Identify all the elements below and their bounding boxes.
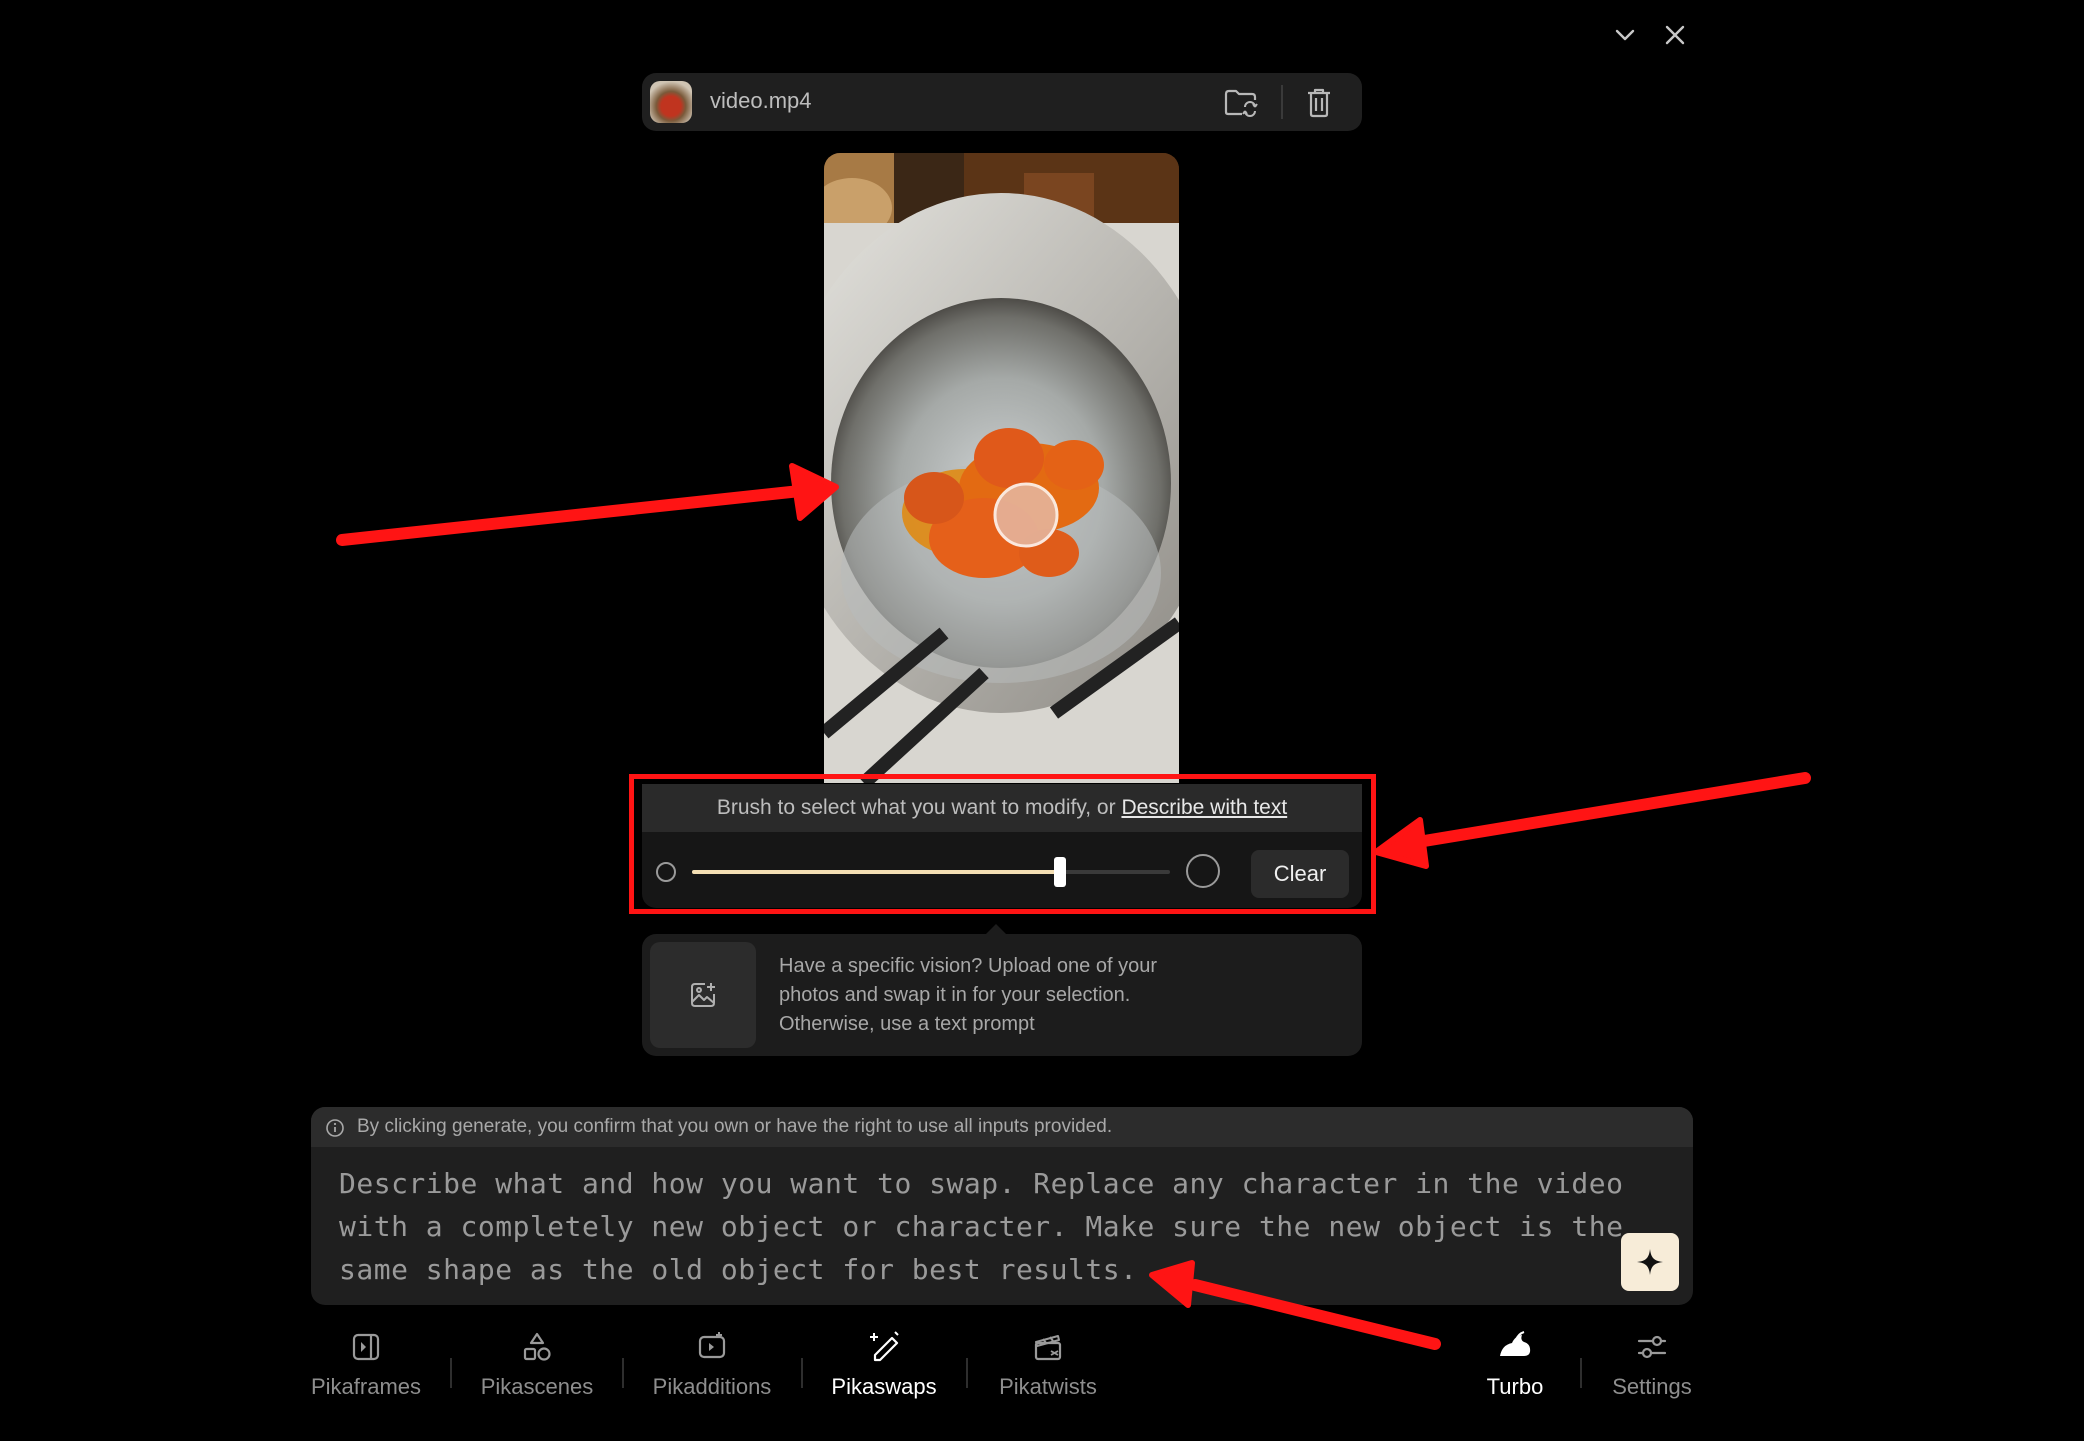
- divider: [622, 1358, 624, 1388]
- close-icon: [1665, 25, 1685, 45]
- tool-pikaswaps[interactable]: Pikaswaps: [824, 1330, 944, 1415]
- annotation-highlight-box: [629, 774, 1376, 914]
- tool-pikatwists[interactable]: Pikatwists: [988, 1330, 1108, 1415]
- sparkle-icon: [1637, 1249, 1663, 1275]
- generate-button[interactable]: [1621, 1233, 1679, 1291]
- divider: [1580, 1358, 1582, 1388]
- settings-label: Settings: [1612, 1374, 1692, 1399]
- divider: [450, 1358, 452, 1388]
- prompt-input[interactable]: Describe what and how you want to swap. …: [339, 1162, 1629, 1291]
- tool-pikascenes[interactable]: Pikascenes: [474, 1330, 600, 1415]
- upload-card: Have a specific vision? Upload one of yo…: [642, 924, 1362, 1056]
- divider: [1281, 85, 1283, 119]
- folder-swap-icon: [1224, 89, 1258, 117]
- trash-icon: [1308, 88, 1330, 118]
- delete-file-button[interactable]: [1300, 83, 1338, 121]
- tool-label: Pikaswaps: [831, 1374, 937, 1399]
- prompt-box: By clicking generate, you confirm that y…: [311, 1107, 1693, 1305]
- settings-button[interactable]: Settings: [1592, 1330, 1712, 1415]
- image-add-icon: [691, 983, 715, 1007]
- sliders-icon: [1637, 1335, 1667, 1359]
- rabbit-icon: [1500, 1331, 1531, 1356]
- chevron-down-icon: [1615, 29, 1635, 41]
- file-bar: video.mp4: [642, 73, 1362, 131]
- divider: [801, 1358, 803, 1388]
- consent-notice: By clicking generate, you confirm that y…: [311, 1107, 1693, 1147]
- add-element-icon: [698, 1332, 726, 1359]
- file-thumbnail: [650, 81, 692, 123]
- consent-notice-text: By clicking generate, you confirm that y…: [357, 1116, 1113, 1137]
- collapse-button[interactable]: [1605, 15, 1645, 55]
- annotation-arrow: [1373, 772, 1811, 869]
- upload-image-button[interactable]: [650, 942, 756, 1048]
- annotation-arrow: [336, 463, 839, 546]
- tool-pikadditions[interactable]: Pikadditions: [646, 1330, 778, 1415]
- video-frame-image: [824, 153, 1179, 783]
- tool-pikaframes[interactable]: Pikaframes: [306, 1330, 426, 1415]
- upload-description: Have a specific vision? Upload one of yo…: [779, 955, 1157, 1035]
- tool-label: Pikatwists: [999, 1374, 1097, 1399]
- swap-brush-icon: [870, 1331, 899, 1362]
- divider: [966, 1358, 968, 1388]
- file-name: video.mp4: [710, 88, 812, 113]
- tool-label: Pikascenes: [480, 1374, 594, 1399]
- replace-file-button[interactable]: [1222, 83, 1260, 121]
- video-preview[interactable]: [824, 153, 1179, 783]
- close-button[interactable]: [1655, 15, 1695, 55]
- tool-label: Pikadditions: [652, 1374, 772, 1399]
- shapes-icon: [523, 1332, 551, 1361]
- clapper-icon: [1034, 1335, 1062, 1361]
- frames-icon: [352, 1333, 380, 1361]
- tool-label: Pikaframes: [310, 1374, 422, 1399]
- brush-cursor: [993, 482, 1059, 548]
- turbo-toggle[interactable]: Turbo: [1455, 1330, 1575, 1415]
- turbo-label: Turbo: [1486, 1374, 1544, 1399]
- upload-card-pointer: [986, 924, 1006, 934]
- info-icon: [326, 1119, 344, 1137]
